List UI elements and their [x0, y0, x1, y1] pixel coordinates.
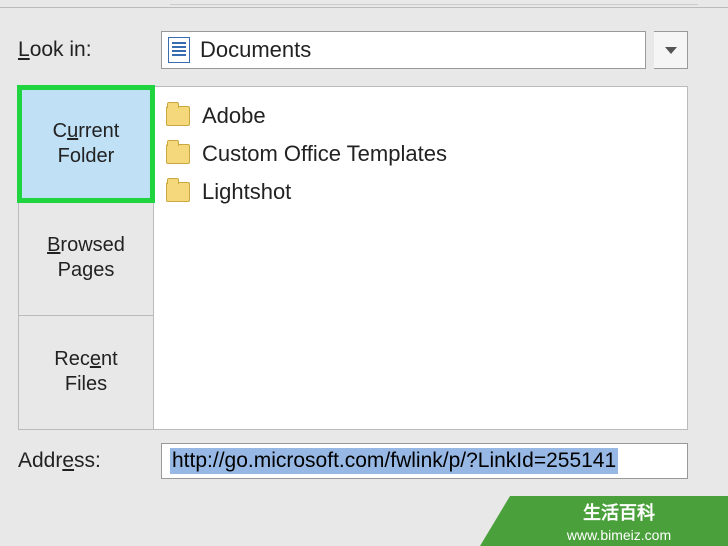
look-in-dropdown-button[interactable] [654, 31, 688, 69]
file-list[interactable]: Adobe Custom Office Templates Lightshot [153, 86, 688, 430]
tab-recent-files[interactable]: Recent Files [19, 316, 153, 429]
file-name: Custom Office Templates [202, 141, 447, 167]
address-value: http://go.microsoft.com/fwlink/p/?LinkId… [170, 448, 618, 474]
folder-icon [166, 106, 190, 126]
look-in-value: Documents [200, 37, 311, 63]
list-item[interactable]: Custom Office Templates [166, 135, 675, 173]
address-label: Address: [18, 449, 153, 473]
address-input[interactable]: http://go.microsoft.com/fwlink/p/?LinkId… [161, 443, 688, 479]
main-area: Current Folder Browsed Pages Recent File… [18, 86, 688, 430]
address-row: Address: http://go.microsoft.com/fwlink/… [18, 442, 688, 480]
tab-recent-line1: Recent [54, 347, 117, 372]
file-name: Adobe [202, 103, 266, 129]
document-icon [168, 37, 190, 63]
browse-tabs: Current Folder Browsed Pages Recent File… [18, 86, 153, 430]
window-top-inner [170, 2, 698, 5]
folder-icon [166, 144, 190, 164]
look-in-label-rest: ook in: [30, 38, 92, 61]
list-item[interactable]: Lightshot [166, 173, 675, 211]
look-in-combo[interactable]: Documents [161, 31, 646, 69]
look-in-row: Look in: Documents [18, 30, 688, 70]
tab-current-folder[interactable]: Current Folder [19, 87, 153, 201]
folder-icon [166, 182, 190, 202]
tab-browsed-line2: Pages [58, 258, 115, 283]
watermark: 生活百科 www.bimeiz.com [510, 496, 728, 546]
list-item[interactable]: Adobe [166, 97, 675, 135]
tab-recent-line2: Files [65, 372, 107, 397]
look-in-label-accel: L [18, 38, 30, 61]
watermark-decoration [480, 496, 510, 546]
tab-current-line1: Current [53, 119, 120, 144]
tab-browsed-pages[interactable]: Browsed Pages [19, 201, 153, 315]
chevron-down-icon [665, 47, 677, 54]
tab-current-line2: Folder [58, 144, 115, 169]
watermark-url: www.bimeiz.com [567, 527, 671, 543]
file-name: Lightshot [202, 179, 291, 205]
watermark-title: 生活百科 [583, 499, 655, 525]
tab-browsed-line1: Browsed [47, 233, 125, 258]
look-in-label: Look in: [18, 38, 153, 62]
